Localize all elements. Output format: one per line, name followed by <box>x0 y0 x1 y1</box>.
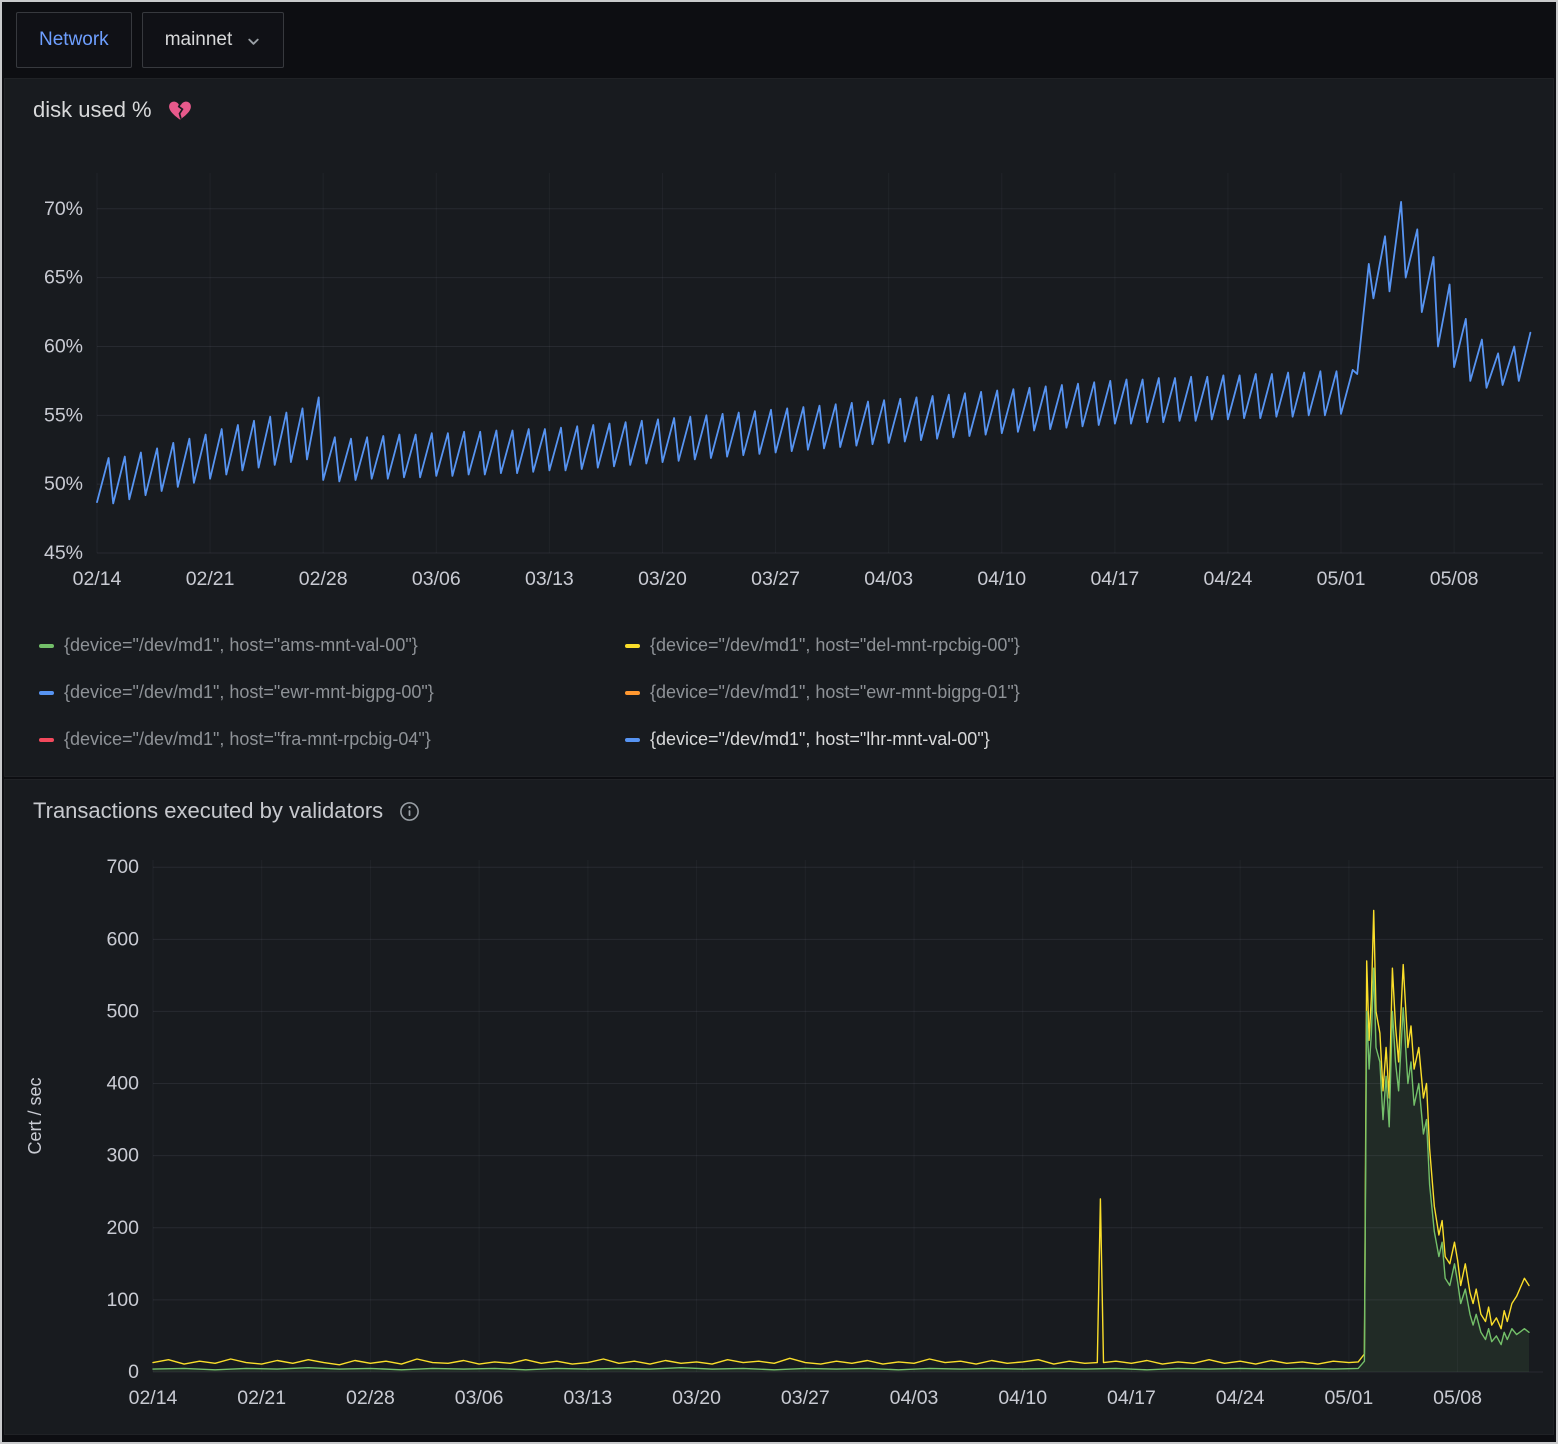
y-tick-label: 65% <box>44 267 83 289</box>
legend-series-label: {device="/dev/md1", host="ewr-mnt-bigpg-… <box>64 682 434 703</box>
y-tick-label: 70% <box>44 198 83 220</box>
series-line-1 <box>153 911 1529 1365</box>
network-variable-value: mainnet <box>165 29 233 51</box>
x-tick-label: 02/14 <box>73 568 122 590</box>
y-tick-label: 200 <box>106 1217 139 1239</box>
x-tick-label: 02/28 <box>346 1387 395 1409</box>
x-tick-label: 03/20 <box>672 1387 721 1409</box>
x-tick-label: 04/17 <box>1090 568 1139 590</box>
network-variable-dropdown[interactable]: mainnet <box>142 12 285 68</box>
topbar: Network mainnet <box>2 2 1556 78</box>
x-tick-label: 05/01 <box>1317 568 1366 590</box>
x-tick-label: 04/03 <box>864 568 913 590</box>
legend-series-swatch <box>39 644 54 648</box>
x-tick-label: 05/08 <box>1430 568 1479 590</box>
alert-broken-heart-icon[interactable] <box>168 99 192 121</box>
x-tick-label: 02/21 <box>237 1387 286 1409</box>
x-tick-label: 03/27 <box>781 1387 830 1409</box>
y-tick-label: 300 <box>106 1145 139 1167</box>
y-axis-title: Cert / sec <box>25 1077 45 1154</box>
y-tick-label: 0 <box>128 1361 139 1383</box>
legend-item-4[interactable]: {device="/dev/md1", host="ewr-mnt-bigpg-… <box>625 682 1185 703</box>
legend-item-2[interactable]: {device="/dev/md1", host="del-mnt-rpcbig… <box>625 635 1185 656</box>
x-tick-label: 05/01 <box>1324 1387 1373 1409</box>
x-tick-label: 04/03 <box>890 1387 939 1409</box>
legend-item-1[interactable]: {device="/dev/md1", host="ams-mnt-val-00… <box>39 635 599 656</box>
x-tick-label: 03/27 <box>751 568 800 590</box>
grafana-dashboard: Network mainnet disk used % 02/1402/2102… <box>0 0 1558 1444</box>
y-tick-label: 100 <box>106 1289 139 1311</box>
y-tick-label: 50% <box>44 473 83 495</box>
x-tick-label: 02/28 <box>299 568 348 590</box>
panel-disk-used: disk used % 02/14 02/21 02/28 03/06 03/13 03/… <box>4 78 1554 777</box>
y-tick-label: 700 <box>106 856 139 878</box>
transactions-chart[interactable]: 02/14 02/21 02/28 03/06 03/13 03/20 03/27 04/03… <box>5 834 1557 1434</box>
chevron-down-icon <box>246 34 261 49</box>
x-tick-label: 03/20 <box>638 568 687 590</box>
x-tick-label: 03/06 <box>412 568 461 590</box>
y-tick-label: 60% <box>44 335 83 357</box>
panel-transactions-title[interactable]: Transactions executed by validators <box>33 798 383 824</box>
series-fill-2 <box>153 968 1529 1372</box>
info-circle-icon[interactable] <box>399 801 420 822</box>
x-tick-label: 04/24 <box>1216 1387 1265 1409</box>
legend-item-6[interactable]: {device="/dev/md1", host="lhr-mnt-val-00… <box>625 729 1185 750</box>
legend-series-swatch <box>39 691 54 695</box>
legend-series-label: {device="/dev/md1", host="ewr-mnt-bigpg-… <box>650 682 1020 703</box>
x-tick-label: 05/08 <box>1433 1387 1482 1409</box>
legend-series-swatch <box>625 738 640 742</box>
y-tick-label: 400 <box>106 1073 139 1095</box>
legend-series-label: {device="/dev/md1", host="fra-mnt-rpcbig… <box>64 729 431 750</box>
legend-series-label: {device="/dev/md1", host="del-mnt-rpcbig… <box>650 635 1020 656</box>
panel-disk-used-title[interactable]: disk used % <box>33 97 152 123</box>
x-tick-label: 03/13 <box>563 1387 612 1409</box>
legend-series-label: {device="/dev/md1", host="ams-mnt-val-00… <box>64 635 418 656</box>
series-line-1 <box>97 202 1530 504</box>
legend-item-3[interactable]: {device="/dev/md1", host="ewr-mnt-bigpg-… <box>39 682 599 703</box>
legend-series-swatch <box>39 738 54 742</box>
x-tick-label: 03/13 <box>525 568 574 590</box>
x-tick-label: 02/14 <box>129 1387 178 1409</box>
legend-series-label: {device="/dev/md1", host="lhr-mnt-val-00… <box>650 729 990 750</box>
legend-item-5[interactable]: {device="/dev/md1", host="fra-mnt-rpcbig… <box>39 729 599 750</box>
legend-series-swatch <box>625 691 640 695</box>
x-tick-label: 03/06 <box>455 1387 504 1409</box>
x-tick-label: 04/17 <box>1107 1387 1156 1409</box>
x-tick-label: 04/24 <box>1204 568 1253 590</box>
series-line-2 <box>153 968 1529 1370</box>
x-tick-label: 04/10 <box>998 1387 1047 1409</box>
panel-transactions: Transactions executed by validators 02/1… <box>4 779 1554 1435</box>
panel-disk-used-header: disk used % <box>5 79 1553 127</box>
network-variable-label[interactable]: Network <box>16 12 132 68</box>
y-tick-label: 600 <box>106 928 139 950</box>
x-tick-label: 02/21 <box>186 568 235 590</box>
disk-used-chart[interactable]: 02/14 02/21 02/28 03/06 03/13 03/20 03/27 04/03… <box>5 133 1557 619</box>
x-tick-label: 04/10 <box>977 568 1026 590</box>
disk-legend: {device="/dev/md1", host="ams-mnt-val-00… <box>5 619 1553 776</box>
panel-transactions-header: Transactions executed by validators <box>5 780 1553 828</box>
y-tick-label: 55% <box>44 404 83 426</box>
network-variable-label-text: Network <box>39 29 109 51</box>
y-tick-label: 45% <box>44 542 83 564</box>
y-tick-label: 500 <box>106 1000 139 1022</box>
legend-series-swatch <box>625 644 640 648</box>
